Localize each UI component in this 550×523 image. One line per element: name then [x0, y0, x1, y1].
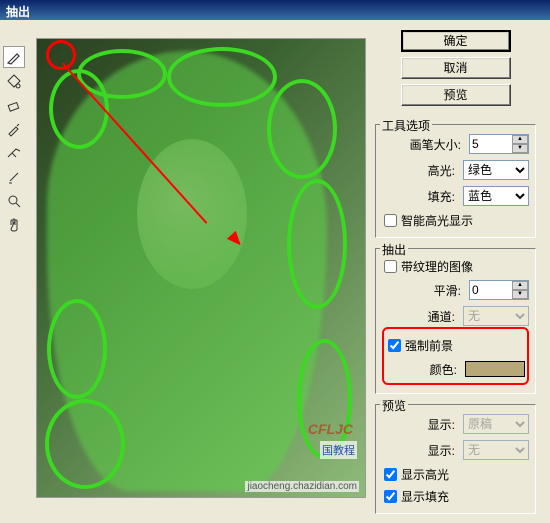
highlight-stroke: [287, 179, 347, 309]
show-highlight-checkbox[interactable]: [384, 468, 397, 481]
show-highlight-label: 显示高光: [401, 466, 449, 483]
fill-color-select[interactable]: 蓝色: [463, 186, 529, 206]
main-layout: CFLJC 国教程 jiaocheng.chazidian.com 确定 取消 …: [0, 20, 550, 523]
cleanup-tool[interactable]: [3, 142, 25, 164]
force-foreground-checkbox[interactable]: [388, 339, 401, 352]
canvas-area: CFLJC 国教程 jiaocheng.chazidian.com: [28, 20, 373, 523]
edge-touchup-tool[interactable]: [3, 166, 25, 188]
spin-down-icon[interactable]: ▼: [512, 144, 528, 153]
channel-select: 无: [463, 306, 529, 326]
extract-group: 抽出 带纹理的图像 平滑: ▲▼ 通道: 无 强制前景: [375, 248, 536, 394]
highlight-color-select[interactable]: 绿色: [463, 160, 529, 180]
highlight-stroke: [47, 299, 107, 399]
effect-label: 显示:: [382, 442, 459, 459]
brush-size-label: 画笔大小:: [382, 136, 465, 153]
channel-label: 通道:: [382, 308, 459, 325]
highlight-color-label: 高光:: [382, 162, 459, 179]
show-select: 原稿: [463, 414, 529, 434]
watermark-url: jiaocheng.chazidian.com: [245, 481, 359, 492]
brush-size-input[interactable]: ▲▼: [469, 134, 529, 154]
cancel-button[interactable]: 取消: [401, 57, 511, 79]
title-bar: 抽出: [0, 0, 550, 20]
spin-up-icon[interactable]: ▲: [512, 135, 528, 144]
toolbar: [0, 20, 28, 523]
spin-up-icon[interactable]: ▲: [512, 281, 528, 290]
highlight-stroke: [77, 49, 167, 99]
watermark-tag: 国教程: [320, 441, 357, 459]
watermark-logo: CFLJC: [308, 421, 353, 437]
fill-color-label: 填充:: [382, 188, 459, 205]
smooth-input[interactable]: ▲▼: [469, 280, 529, 300]
highlight-stroke: [167, 47, 277, 107]
force-foreground-label: 强制前景: [405, 337, 453, 354]
zoom-tool[interactable]: [3, 190, 25, 212]
show-label: 显示:: [382, 416, 459, 433]
highlight-stroke: [267, 79, 337, 179]
tool-options-group: 工具选项 画笔大小: ▲▼ 高光: 绿色 填充: 蓝色 智能高光显示: [375, 124, 536, 238]
ok-button[interactable]: 确定: [401, 30, 511, 52]
fg-color-label: 颜色:: [386, 361, 461, 378]
show-fill-checkbox[interactable]: [384, 490, 397, 503]
show-fill-label: 显示填充: [401, 488, 449, 505]
action-buttons: 确定 取消 预览: [375, 30, 536, 106]
brush-size-field[interactable]: [470, 135, 512, 153]
group-title: 抽出: [380, 241, 408, 258]
highlighter-tool[interactable]: [3, 46, 25, 68]
eraser-tool[interactable]: [3, 94, 25, 116]
smart-highlight-label: 智能高光显示: [401, 212, 473, 229]
annotation-circle: [46, 40, 76, 70]
hand-tool[interactable]: [3, 214, 25, 236]
annotation-highlight-box: 强制前景 颜色:: [382, 327, 529, 385]
smooth-label: 平滑:: [382, 282, 465, 299]
options-panel: 确定 取消 预览 工具选项 画笔大小: ▲▼ 高光: 绿色 填充: 蓝色: [373, 20, 550, 523]
smart-highlight-checkbox[interactable]: [384, 214, 397, 227]
preview-group: 预览 显示: 原稿 显示: 无 显示高光 显示填充: [375, 404, 536, 514]
group-title: 工具选项: [380, 117, 432, 134]
eyedropper-tool[interactable]: [3, 118, 25, 140]
fg-color-swatch[interactable]: [465, 361, 525, 377]
spin-down-icon[interactable]: ▼: [512, 290, 528, 299]
textured-checkbox[interactable]: [384, 260, 397, 273]
group-title: 预览: [380, 397, 408, 414]
image-preview[interactable]: CFLJC 国教程 jiaocheng.chazidian.com: [36, 38, 366, 498]
preview-button[interactable]: 预览: [401, 84, 511, 106]
effect-select: 无: [463, 440, 529, 460]
highlight-stroke: [45, 399, 125, 489]
smooth-field[interactable]: [470, 281, 512, 299]
textured-label: 带纹理的图像: [401, 258, 473, 275]
fill-tool[interactable]: [3, 70, 25, 92]
window-title: 抽出: [6, 5, 30, 19]
